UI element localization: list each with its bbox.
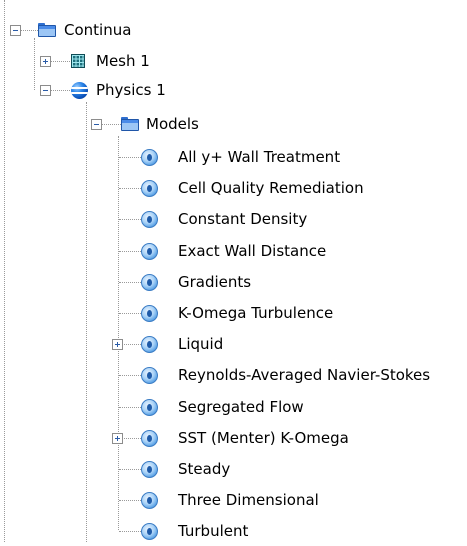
model-icon xyxy=(141,492,158,509)
mesh-icon xyxy=(71,54,85,68)
model-icon xyxy=(141,461,158,478)
model-item[interactable]: Reynolds-Averaged Navier-Stokes xyxy=(0,360,467,390)
folder-icon xyxy=(121,117,139,131)
model-icon xyxy=(141,336,158,353)
model-item[interactable]: Constant Density xyxy=(0,204,467,234)
tree-node-label: Liquid xyxy=(178,335,224,353)
model-item[interactable]: Steady xyxy=(0,454,467,484)
collapse-toggle[interactable] xyxy=(40,85,51,96)
model-icon xyxy=(141,399,158,416)
tree-node-label: Steady xyxy=(178,460,231,478)
expand-toggle[interactable] xyxy=(112,433,123,444)
collapse-toggle[interactable] xyxy=(10,25,21,36)
model-icon xyxy=(141,149,158,166)
simulation-tree: Continua Mesh 1 Physics 1 Models All y+ … xyxy=(0,0,467,542)
tree-connector xyxy=(119,407,141,408)
tree-connector xyxy=(119,188,141,189)
tree-node-label: Segregated Flow xyxy=(178,398,304,416)
folder-icon xyxy=(38,23,56,37)
tree-connector xyxy=(119,282,141,283)
model-icon xyxy=(141,523,158,540)
model-item[interactable]: Exact Wall Distance xyxy=(0,236,467,266)
model-item[interactable]: All y+ Wall Treatment xyxy=(0,142,467,172)
model-icon xyxy=(141,367,158,384)
model-icon xyxy=(141,243,158,260)
tree-node-continua[interactable]: Continua xyxy=(0,16,200,46)
tree-connector xyxy=(119,157,141,158)
model-icon xyxy=(141,274,158,291)
tree-node-label: K-Omega Turbulence xyxy=(178,304,334,322)
tree-node-models[interactable]: Models xyxy=(0,108,220,138)
tree-node-label: Reynolds-Averaged Navier-Stokes xyxy=(178,366,431,384)
model-icon xyxy=(141,211,158,228)
model-icon xyxy=(141,180,158,197)
tree-node-label: Cell Quality Remediation xyxy=(178,179,364,197)
tree-node-label: Exact Wall Distance xyxy=(178,242,327,260)
tree-node-physics[interactable]: Physics 1 xyxy=(0,76,220,106)
model-icon xyxy=(141,430,158,447)
model-item[interactable]: K-Omega Turbulence xyxy=(0,298,467,328)
expand-toggle[interactable] xyxy=(40,56,51,67)
tree-node-label: SST (Menter) K-Omega xyxy=(178,429,349,447)
tree-connector xyxy=(119,251,141,252)
tree-connector xyxy=(119,313,141,314)
model-item[interactable]: Gradients xyxy=(0,267,467,297)
tree-node-label: Constant Density xyxy=(178,210,308,228)
tree-connector xyxy=(119,219,141,220)
tree-node-label: Turbulent xyxy=(178,522,249,540)
model-item[interactable]: Segregated Flow xyxy=(0,392,467,422)
model-item[interactable]: SST (Menter) K-Omega xyxy=(0,423,467,453)
collapse-toggle[interactable] xyxy=(91,119,102,130)
tree-connector xyxy=(119,469,141,470)
tree-node-label: All y+ Wall Treatment xyxy=(178,148,341,166)
tree-node-label: Physics 1 xyxy=(96,81,166,99)
tree-connector xyxy=(119,531,141,532)
tree-connector xyxy=(119,375,141,376)
tree-connector xyxy=(119,500,141,501)
expand-toggle[interactable] xyxy=(112,339,123,350)
model-icon xyxy=(141,305,158,322)
model-item[interactable]: Three Dimensional xyxy=(0,485,467,515)
model-item[interactable]: Liquid xyxy=(0,329,467,359)
tree-node-label: Models xyxy=(146,115,199,133)
tree-node-label: Three Dimensional xyxy=(178,491,319,509)
tree-node-mesh[interactable]: Mesh 1 xyxy=(0,46,200,76)
tree-node-label: Continua xyxy=(64,21,132,39)
tree-node-label: Gradients xyxy=(178,273,252,291)
model-item[interactable]: Cell Quality Remediation xyxy=(0,173,467,203)
tree-node-label: Mesh 1 xyxy=(96,52,150,70)
sphere-icon xyxy=(71,82,88,99)
